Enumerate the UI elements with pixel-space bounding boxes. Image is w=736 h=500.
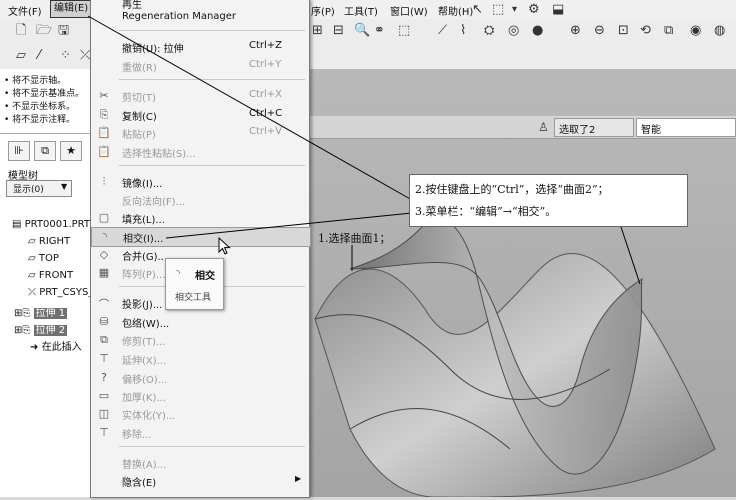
instruction-callout: 2.按住键盘上的“Ctrl”，选择“曲面2”； 3.菜单栏：“编辑”→“相交”。 [409, 174, 688, 227]
step-3-annotation: 3.菜单栏：“编辑”→“相交”。 [415, 205, 557, 218]
step-1-annotation: 1.选择曲面1； [318, 232, 391, 245]
callout-lines [87, 15, 641, 285]
step-2-annotation: 2.按住键盘上的“Ctrl”，选择“曲面2”； [415, 183, 609, 196]
